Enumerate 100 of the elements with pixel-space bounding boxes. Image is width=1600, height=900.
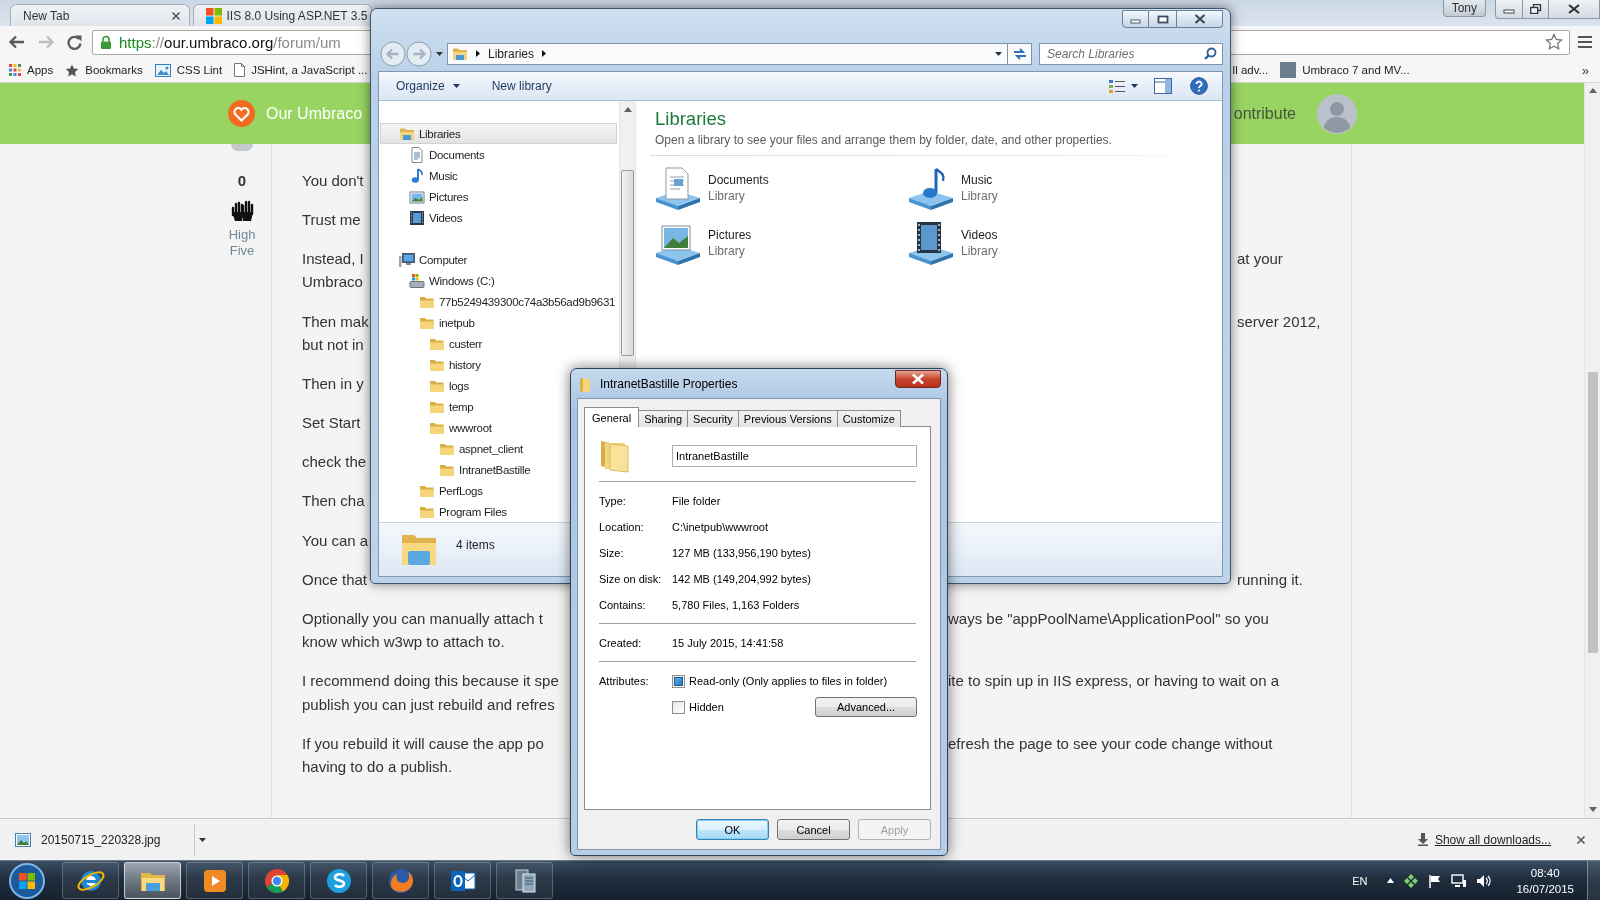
tree-item[interactable]: Computer bbox=[380, 249, 468, 270]
library-item[interactable]: Pictures Library bbox=[655, 220, 752, 266]
tree-item[interactable]: Libraries bbox=[380, 123, 617, 144]
scroll-up-icon[interactable] bbox=[1588, 88, 1597, 93]
toolbar-button[interactable]: New library bbox=[491, 79, 552, 93]
tree-item[interactable]: Music bbox=[380, 165, 458, 186]
tree-item[interactable]: Pictures bbox=[380, 186, 469, 207]
preview-pane-icon[interactable] bbox=[1154, 78, 1172, 94]
dialog-tab[interactable]: Previous Versions bbox=[737, 410, 838, 427]
clock-date[interactable]: 16/07/2015 bbox=[1516, 880, 1574, 897]
close-button[interactable] bbox=[1177, 10, 1223, 28]
library-item[interactable]: Documents Library bbox=[655, 165, 769, 211]
post-text: Then in y bbox=[302, 375, 364, 394]
tree-item[interactable]: custerr bbox=[380, 333, 483, 354]
dialog-tab[interactable]: General bbox=[584, 407, 640, 427]
scroll-down-icon[interactable] bbox=[1588, 807, 1597, 812]
minimize-button[interactable] bbox=[1122, 10, 1149, 28]
clock-time[interactable]: 08:40 bbox=[1530, 864, 1560, 881]
tree-item[interactable]: logs bbox=[380, 375, 469, 396]
chevron-right-icon[interactable] bbox=[542, 50, 547, 57]
restore-button[interactable] bbox=[1523, 0, 1549, 19]
menu-icon[interactable] bbox=[1578, 35, 1592, 49]
flag-icon[interactable] bbox=[1428, 873, 1443, 888]
search-field[interactable]: Search Libraries bbox=[1039, 42, 1223, 65]
tree-item[interactable]: history bbox=[380, 354, 481, 375]
post-text: You can a bbox=[302, 531, 369, 550]
dialog-button[interactable]: Cancel bbox=[777, 819, 850, 840]
view-options-icon[interactable] bbox=[1108, 78, 1126, 94]
library-item[interactable]: Videos Library bbox=[908, 220, 998, 266]
scrollbar[interactable] bbox=[1584, 83, 1600, 818]
hands-icon[interactable] bbox=[229, 198, 255, 223]
tree-item[interactable]: Documents bbox=[380, 144, 485, 165]
caret-down-icon[interactable] bbox=[995, 51, 1002, 56]
tree-item[interactable]: IntranetBastille bbox=[380, 459, 531, 480]
scrollbar-thumb[interactable] bbox=[1587, 372, 1598, 653]
advanced-button[interactable]: Advanced... bbox=[815, 697, 917, 717]
speaker-icon[interactable] bbox=[1476, 873, 1493, 888]
start-orb-icon[interactable] bbox=[7, 860, 47, 900]
browser-tab[interactable]: IIS 8.0 Using ASP.NET 3.5 bbox=[192, 4, 372, 26]
close-button[interactable] bbox=[895, 370, 941, 388]
tree-item[interactable]: PerfLogs bbox=[380, 480, 483, 501]
close-icon[interactable] bbox=[170, 10, 181, 21]
breadcrumb-item[interactable]: Libraries bbox=[488, 46, 535, 61]
monitor-icon[interactable] bbox=[1451, 873, 1468, 888]
taskbar-button[interactable] bbox=[310, 862, 367, 899]
dialog-tab[interactable]: Sharing bbox=[638, 410, 689, 427]
close-icon[interactable] bbox=[1576, 834, 1586, 845]
taskbar-button[interactable] bbox=[434, 862, 491, 899]
browser-tab[interactable]: New Tab bbox=[10, 4, 190, 26]
scroll-up-icon[interactable] bbox=[623, 107, 632, 112]
maximize-button[interactable] bbox=[1149, 10, 1177, 28]
checkbox[interactable] bbox=[672, 674, 685, 688]
tree-item[interactable]: aspnet_client bbox=[380, 438, 523, 459]
avatar-image bbox=[231, 144, 253, 151]
download-menu-button[interactable] bbox=[194, 823, 208, 856]
taskbar-button[interactable] bbox=[248, 862, 305, 899]
star-icon[interactable] bbox=[1545, 33, 1563, 51]
checkbox[interactable] bbox=[672, 700, 685, 714]
dialog-button[interactable]: OK bbox=[696, 819, 769, 840]
tree-item[interactable]: Windows (C:) bbox=[380, 270, 495, 291]
refresh-button[interactable] bbox=[1008, 42, 1032, 65]
tree-item[interactable]: Videos bbox=[380, 207, 463, 228]
taskbar-button[interactable] bbox=[496, 862, 553, 899]
bookmark[interactable]: Umbraco 7 and MV... bbox=[1280, 62, 1410, 78]
download-item[interactable]: 20150715_220328.jpg bbox=[4, 823, 194, 856]
tree-item[interactable]: 77b5249439300c74a3b56ad9b9631 bbox=[380, 291, 616, 312]
caret-down-icon[interactable] bbox=[436, 51, 443, 56]
caret-down-icon bbox=[199, 837, 206, 842]
help-icon[interactable] bbox=[1190, 77, 1208, 95]
bookmark[interactable]: Apps bbox=[9, 64, 54, 76]
address-field[interactable]: Libraries bbox=[447, 42, 1008, 65]
language-indicator[interactable]: EN bbox=[1352, 874, 1368, 887]
close-button[interactable] bbox=[1549, 0, 1600, 19]
caret-up-icon[interactable] bbox=[1387, 878, 1395, 883]
toolbar-button[interactable]: Organize bbox=[396, 79, 460, 93]
bookmark[interactable]: Bookmarks bbox=[65, 63, 143, 77]
bookmark[interactable]: CSS Lint bbox=[154, 63, 223, 77]
tree-item[interactable]: temp bbox=[380, 396, 474, 417]
tree-item[interactable]: Program Files bbox=[380, 501, 507, 522]
dialog-tab[interactable]: Customize bbox=[836, 410, 901, 427]
show-desktop-button[interactable] bbox=[1587, 861, 1600, 900]
bookmarks-overflow[interactable]: » bbox=[1581, 62, 1589, 78]
profile-button[interactable]: Tony bbox=[1442, 0, 1486, 17]
bookmark[interactable]: JSHint, a JavaScript ... bbox=[234, 63, 368, 77]
name-field[interactable]: IntranetBastille bbox=[672, 445, 917, 467]
scrollbar-thumb[interactable] bbox=[621, 170, 634, 356]
nav-link[interactable]: ontribute bbox=[1233, 104, 1296, 123]
library-item[interactable]: Music Library bbox=[908, 165, 998, 211]
reload-icon[interactable] bbox=[66, 34, 83, 50]
diamonds-icon[interactable] bbox=[1403, 872, 1420, 889]
taskbar-button[interactable] bbox=[186, 862, 243, 899]
property-label: Location: bbox=[599, 521, 644, 533]
bookmark[interactable]: ll adv... bbox=[1232, 64, 1269, 76]
taskbar-button[interactable] bbox=[62, 862, 119, 899]
chevron-right-icon bbox=[476, 50, 480, 57]
dialog-tab[interactable]: Security bbox=[687, 410, 739, 427]
back-icon[interactable] bbox=[8, 34, 26, 50]
tree-item[interactable]: wwwroot bbox=[380, 417, 492, 438]
tree-item[interactable]: inetpub bbox=[380, 312, 475, 333]
show-all-downloads-link[interactable]: Show all downloads... bbox=[1434, 832, 1551, 847]
